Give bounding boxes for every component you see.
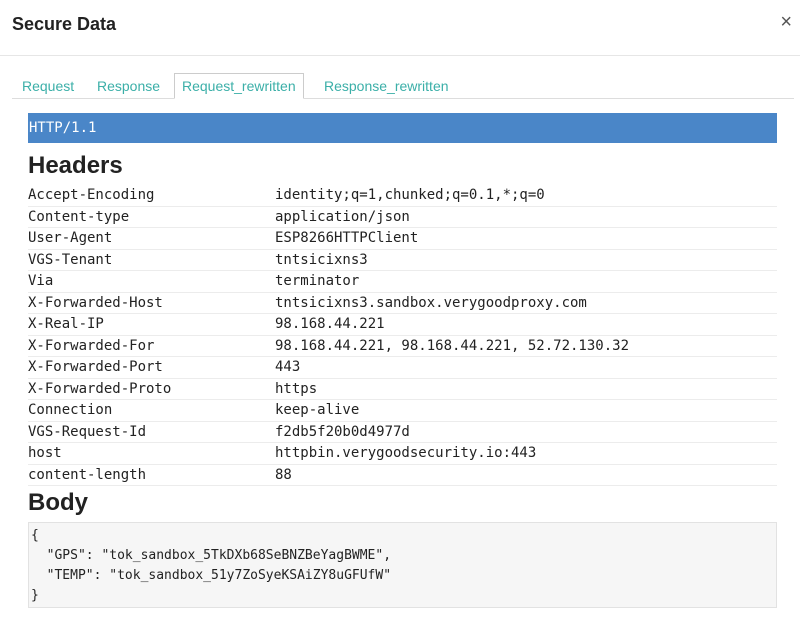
header-name: X-Forwarded-For xyxy=(28,335,275,357)
header-value: 98.168.44.221, 98.168.44.221, 52.72.130.… xyxy=(275,335,777,357)
header-row: User-Agent ESP8266HTTPClient xyxy=(28,227,777,250)
header-name: Via xyxy=(28,270,275,293)
body-content: { "GPS": "tok_sandbox_5TkDXb68SeBNZBeYag… xyxy=(28,522,777,608)
header-row: X-Real-IP 98.168.44.221 xyxy=(28,313,777,336)
tab-response[interactable]: Response xyxy=(97,74,160,98)
header-value: 88 xyxy=(275,464,777,486)
header-name: VGS-Request-Id xyxy=(28,421,275,443)
header-value: application/json xyxy=(275,206,777,228)
modal-header: Secure Data × xyxy=(0,0,800,56)
header-value: httpbin.verygoodsecurity.io:443 xyxy=(275,442,777,465)
header-name: VGS-Tenant xyxy=(28,249,275,271)
header-row: content-length 88 xyxy=(28,464,777,486)
header-name: Connection xyxy=(28,399,275,422)
header-row: Via terminator xyxy=(28,270,777,293)
header-value: f2db5f20b0d4977d xyxy=(275,421,777,443)
header-value: tntsicixns3.sandbox.verygoodproxy.com xyxy=(275,292,777,314)
header-row: X-Forwarded-Port 443 xyxy=(28,356,777,379)
header-name: User-Agent xyxy=(28,227,275,250)
close-icon[interactable]: × xyxy=(780,12,792,32)
header-value: tntsicixns3 xyxy=(275,249,777,271)
header-value: identity;q=1,chunked;q=0.1,*;q=0 xyxy=(275,185,777,207)
header-row: Content-type application/json xyxy=(28,206,777,228)
header-name: content-length xyxy=(28,464,275,486)
header-value: terminator xyxy=(275,270,777,293)
modal-title: Secure Data xyxy=(12,14,117,34)
header-name: X-Forwarded-Proto xyxy=(28,378,275,400)
request-content: HTTP/1.1 Headers Accept-Encoding identity… xyxy=(28,113,777,608)
header-row: VGS-Request-Id f2db5f20b0d4977d xyxy=(28,421,777,443)
header-value: keep-alive xyxy=(275,399,777,422)
header-row: VGS-Tenant tntsicixns3 xyxy=(28,249,777,271)
protocol-bar: HTTP/1.1 xyxy=(28,113,777,143)
header-value: ESP8266HTTPClient xyxy=(275,227,777,250)
headers-title: Headers xyxy=(28,152,123,179)
header-row: Accept-Encoding identity;q=1,chunked;q=0.… xyxy=(28,185,777,207)
header-row: Connection keep-alive xyxy=(28,399,777,422)
header-value: https xyxy=(275,378,777,400)
header-name: Content-type xyxy=(28,206,275,228)
tab-request[interactable]: Request xyxy=(22,74,74,98)
header-name: Accept-Encoding xyxy=(28,185,275,207)
header-row: X-Forwarded-For 98.168.44.221, 98.168.44.… xyxy=(28,335,777,357)
headers-table: Accept-Encoding identity;q=1,chunked;q=0.… xyxy=(28,185,777,486)
header-name: X-Forwarded-Host xyxy=(28,292,275,314)
header-value: 98.168.44.221 xyxy=(275,313,777,336)
body-title: Body xyxy=(28,489,88,516)
header-name: host xyxy=(28,442,275,465)
header-name: X-Real-IP xyxy=(28,313,275,336)
tab-response-rewritten[interactable]: Response_rewritten xyxy=(324,74,449,98)
header-row: X-Forwarded-Proto https xyxy=(28,378,777,400)
tab-request-rewritten[interactable]: Request_rewritten xyxy=(174,73,304,99)
header-row: host httpbin.verygoodsecurity.io:443 xyxy=(28,442,777,465)
header-name: X-Forwarded-Port xyxy=(28,356,275,379)
header-row: X-Forwarded-Host tntsicixns3.sandbox.very… xyxy=(28,292,777,314)
tab-bar: Request Response Request_rewritten Respo… xyxy=(12,73,794,99)
header-value: 443 xyxy=(275,356,777,379)
